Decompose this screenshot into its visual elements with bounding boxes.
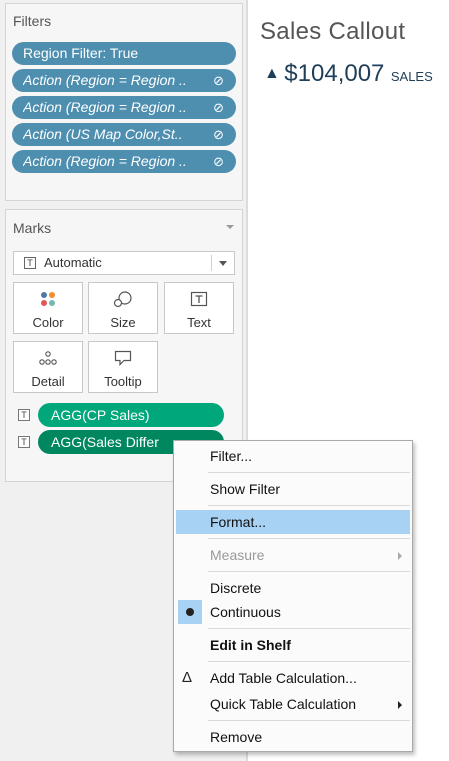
menu-item-format[interactable]: Format... [176, 510, 410, 534]
up-triangle-icon: ▲ [264, 65, 280, 82]
menu-separator [208, 472, 410, 473]
field-context-menu: Filter... Show Filter Format... Measure … [173, 440, 413, 752]
menu-item-discrete[interactable]: Discrete [176, 576, 410, 600]
menu-item-measure[interactable]: Measure [176, 543, 410, 567]
text-mark-icon[interactable]: T [18, 409, 30, 421]
delta-icon: Δ [182, 669, 193, 686]
marks-size-button[interactable]: Size [88, 282, 158, 334]
marks-title: Marks [13, 220, 52, 236]
menu-item-quick-table-calculation[interactable]: Quick Table Calculation [176, 692, 410, 716]
menu-separator [208, 538, 410, 539]
text-box-icon [165, 290, 233, 308]
color-dots-icon [14, 290, 82, 308]
menu-separator [208, 720, 410, 721]
mark-type-dropdown[interactable]: T Automatic [13, 251, 235, 275]
marks-tooltip-button[interactable]: Tooltip [88, 341, 158, 393]
menu-item-add-table-calculation[interactable]: Δ Add Table Calculation... [176, 666, 410, 690]
size-circles-icon [89, 290, 157, 308]
link-icon: ⊘ [213, 127, 224, 142]
kpi-value: $104,007 [284, 60, 385, 87]
filters-title: Filters [13, 13, 52, 29]
chevron-right-icon [398, 701, 402, 709]
menu-separator [208, 661, 410, 662]
filter-pill-action-region-1[interactable]: Action (Region = Region .. ⊘ [12, 69, 236, 92]
marks-field-cp-sales: T AGG(CP Sales) [14, 403, 232, 427]
selected-radio-icon [178, 600, 202, 624]
text-mark-icon[interactable]: T [18, 436, 30, 448]
menu-item-remove[interactable]: Remove [176, 725, 410, 749]
link-icon: ⊘ [213, 154, 224, 169]
link-icon: ⊘ [213, 100, 224, 115]
filters-shelf: Filters Region Filter: True Action (Regi… [5, 3, 243, 201]
menu-separator [208, 571, 410, 572]
tooltip-bubble-icon [89, 349, 157, 367]
marks-detail-button[interactable]: Detail [13, 341, 83, 393]
link-icon: ⊘ [213, 73, 224, 88]
menu-item-show-filter[interactable]: Show Filter [176, 477, 410, 501]
filter-pill-action-region-3[interactable]: Action (Region = Region .. ⊘ [12, 150, 236, 173]
menu-item-filter[interactable]: Filter... [176, 444, 410, 468]
filter-pill-region-filter[interactable]: Region Filter: True [12, 42, 236, 65]
sales-kpi[interactable]: ▲ $104,007 SALES [264, 60, 433, 88]
field-pill-cp-sales[interactable]: AGG(CP Sales) [38, 403, 224, 427]
marks-color-button[interactable]: Color [13, 282, 83, 334]
menu-separator [208, 505, 410, 506]
menu-item-edit-in-shelf[interactable]: Edit in Shelf [176, 633, 410, 657]
filter-pill-action-region-2[interactable]: Action (Region = Region .. ⊘ [12, 96, 236, 119]
sheet-title: Sales Callout [260, 18, 406, 45]
menu-separator [208, 628, 410, 629]
detail-dots-icon [14, 349, 82, 367]
marks-card-menu-caret-icon[interactable] [226, 225, 234, 229]
menu-item-continuous[interactable]: Continuous [176, 600, 410, 624]
kpi-unit: SALES [390, 69, 433, 84]
filter-pill-action-us-map[interactable]: Action (US Map Color,St.. ⊘ [12, 123, 236, 146]
chevron-down-icon [219, 261, 227, 266]
text-mark-icon: T [24, 257, 36, 269]
chevron-right-icon [398, 552, 402, 560]
marks-text-button[interactable]: Text [164, 282, 234, 334]
